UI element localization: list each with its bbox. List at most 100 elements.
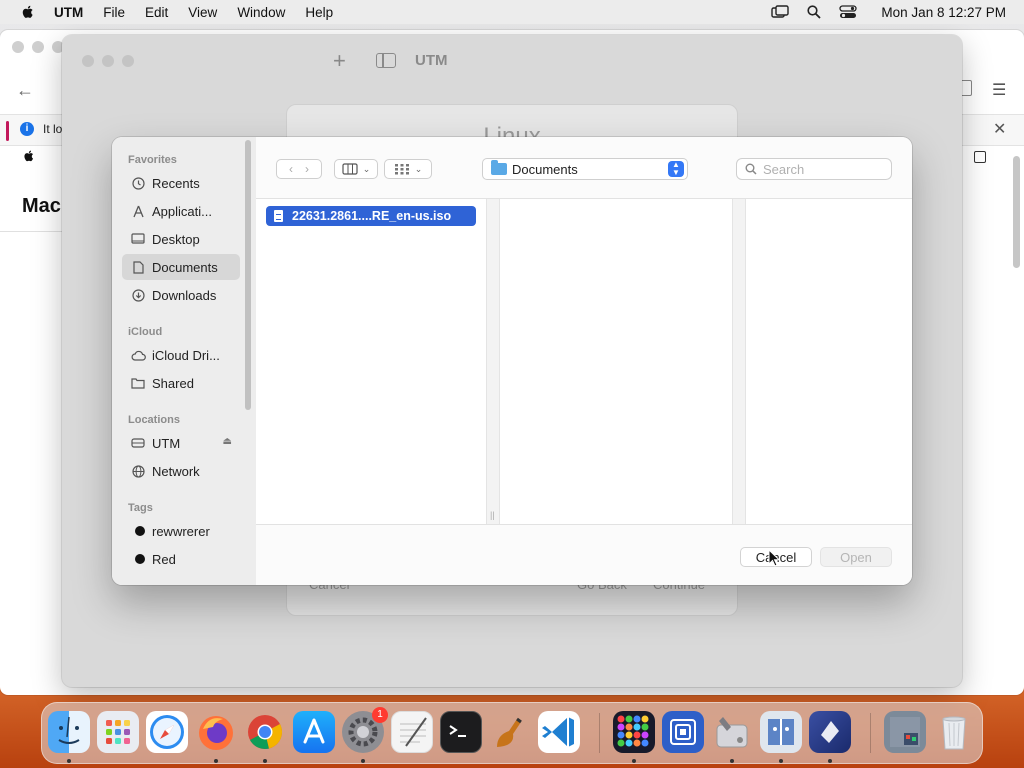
resize-grip-icon[interactable]: || bbox=[490, 510, 495, 520]
app-store-icon[interactable] bbox=[293, 711, 335, 753]
browser-traffic-lights[interactable] bbox=[12, 41, 64, 53]
chevron-right-icon[interactable]: › bbox=[305, 162, 309, 176]
menu-clock[interactable]: Mon Jan 8 12:27 PM bbox=[881, 5, 1006, 20]
menu-bar: UTM File Edit View Window Help Mon Jan 8… bbox=[0, 0, 1024, 24]
window-switch-icon[interactable] bbox=[771, 5, 790, 19]
finder-icon[interactable] bbox=[48, 711, 90, 753]
shortcut-icon[interactable] bbox=[809, 711, 851, 753]
group-button[interactable]: ⌄ bbox=[384, 159, 432, 179]
zoom-dot-icon[interactable] bbox=[122, 55, 134, 67]
chevron-down-icon: ⌄ bbox=[414, 163, 423, 174]
file-item-iso[interactable]: 22631.2861....RE_en-us.iso bbox=[266, 206, 476, 226]
eject-icon[interactable]: ⏏ bbox=[223, 436, 232, 447]
running-indicator bbox=[730, 759, 734, 763]
file-name: 22631.2861....RE_en-us.iso bbox=[292, 209, 452, 223]
search-field[interactable] bbox=[736, 158, 892, 180]
menu-file[interactable]: File bbox=[103, 5, 125, 20]
downloads-stack-icon[interactable] bbox=[884, 711, 926, 753]
browser-scrollbar[interactable] bbox=[1013, 156, 1020, 268]
info-bar-accent bbox=[6, 121, 9, 141]
section-icloud: iCloud bbox=[128, 326, 163, 338]
menu-app-name[interactable]: UTM bbox=[54, 5, 83, 20]
sidebar-item-label: rewwrerer bbox=[152, 523, 210, 539]
notification-badge: 1 bbox=[372, 707, 388, 723]
close-dot-icon[interactable] bbox=[82, 55, 94, 67]
sidebar-tag-red[interactable]: Red bbox=[122, 546, 240, 572]
globe-icon bbox=[130, 463, 146, 479]
back-arrow-icon[interactable]: ← bbox=[16, 80, 34, 101]
finder-helper-icon[interactable] bbox=[760, 711, 802, 753]
tag-dot-icon bbox=[130, 551, 146, 567]
column-divider[interactable]: || bbox=[486, 199, 500, 524]
add-vm-icon[interactable]: + bbox=[333, 48, 346, 74]
location-popup[interactable]: Documents ▲ ▼ bbox=[482, 158, 688, 180]
menu-edit[interactable]: Edit bbox=[145, 5, 168, 20]
sidebar-item-label: Shared bbox=[152, 375, 194, 391]
column-divider[interactable] bbox=[732, 199, 746, 524]
sidebar-item-utm-disk[interactable]: UTM ⏏ bbox=[122, 430, 240, 456]
system-settings-icon[interactable]: 1 bbox=[342, 707, 388, 753]
dialog-sidebar: Favorites Recents Applicati... Desktop D… bbox=[112, 137, 256, 585]
apple-icon[interactable] bbox=[20, 4, 36, 20]
desktop-icon bbox=[130, 231, 146, 247]
minimize-dot-icon[interactable] bbox=[32, 41, 44, 53]
sidebar-item-label: Downloads bbox=[152, 287, 217, 303]
disk-utility-icon[interactable] bbox=[711, 711, 753, 753]
vscode-icon[interactable] bbox=[538, 711, 580, 753]
dialog-footer: Cancel Open bbox=[256, 524, 912, 585]
running-indicator bbox=[361, 759, 365, 763]
clock-icon bbox=[130, 175, 146, 191]
mouse-cursor-icon bbox=[768, 549, 780, 567]
control-center-icon[interactable] bbox=[839, 5, 858, 19]
sidebar-item-network[interactable]: Network bbox=[122, 458, 240, 484]
sidebar-item-shared[interactable]: Shared bbox=[122, 370, 240, 396]
sidebar-item-documents[interactable]: Documents bbox=[122, 254, 240, 280]
popup-stepper-icon[interactable]: ▲ ▼ bbox=[668, 161, 684, 177]
firefox-icon[interactable] bbox=[195, 711, 237, 753]
view-mode-button[interactable]: ⌄ bbox=[334, 159, 378, 179]
sidebar-item-desktop[interactable]: Desktop bbox=[122, 226, 240, 252]
square-icon[interactable] bbox=[974, 151, 986, 163]
sidebar-item-icloud-drive[interactable]: iCloud Dri... bbox=[122, 342, 240, 368]
instruments-icon[interactable] bbox=[489, 711, 531, 753]
back-forward-buttons[interactable]: ‹ › bbox=[276, 159, 322, 179]
sidebar-item-downloads[interactable]: Downloads bbox=[122, 282, 240, 308]
screens-icon[interactable] bbox=[662, 711, 704, 753]
safari-icon[interactable] bbox=[146, 711, 188, 753]
document-icon bbox=[130, 259, 146, 275]
spotlight-icon[interactable] bbox=[807, 5, 822, 19]
menu-view[interactable]: View bbox=[188, 5, 217, 20]
menu-help[interactable]: Help bbox=[305, 5, 333, 20]
section-locations: Locations bbox=[128, 414, 180, 426]
running-indicator bbox=[779, 759, 783, 763]
trash-icon[interactable] bbox=[933, 711, 975, 753]
file-document-icon bbox=[274, 210, 283, 222]
dialog-toolbar: ‹ › ⌄ ⌄ Documents ▲ ▼ bbox=[256, 137, 912, 199]
sidebar-tag-rewwrerer[interactable]: rewwrerer bbox=[122, 518, 240, 544]
textedit-icon[interactable] bbox=[391, 711, 433, 753]
terminal-icon[interactable] bbox=[440, 711, 482, 753]
section-tags: Tags bbox=[128, 502, 153, 514]
running-indicator bbox=[632, 759, 636, 763]
close-dot-icon[interactable] bbox=[12, 41, 24, 53]
download-icon bbox=[130, 287, 146, 303]
menu-window[interactable]: Window bbox=[237, 5, 285, 20]
utm-traffic-lights[interactable] bbox=[82, 55, 134, 67]
hamburger-menu-icon[interactable]: ☰ bbox=[992, 80, 1006, 100]
sidebar-item-recents[interactable]: Recents bbox=[122, 170, 240, 196]
page-heading: Mac bbox=[22, 195, 61, 217]
dock-separator bbox=[870, 713, 871, 753]
minimize-dot-icon[interactable] bbox=[102, 55, 114, 67]
sidebar-toggle-icon[interactable] bbox=[376, 53, 396, 68]
chevron-left-icon[interactable]: ‹ bbox=[289, 162, 293, 176]
launchpad-icon[interactable] bbox=[97, 711, 139, 753]
close-icon[interactable]: ✕ bbox=[993, 119, 1006, 139]
sidebar-item-label: Red bbox=[152, 551, 176, 567]
open-button[interactable]: Open bbox=[820, 547, 892, 567]
game-icon[interactable] bbox=[613, 711, 655, 753]
sidebar-scrollbar[interactable] bbox=[245, 140, 251, 410]
page-divider bbox=[0, 231, 62, 232]
sidebar-item-applications[interactable]: Applicati... bbox=[122, 198, 240, 224]
chrome-icon[interactable] bbox=[244, 711, 286, 753]
search-input[interactable] bbox=[763, 161, 883, 177]
